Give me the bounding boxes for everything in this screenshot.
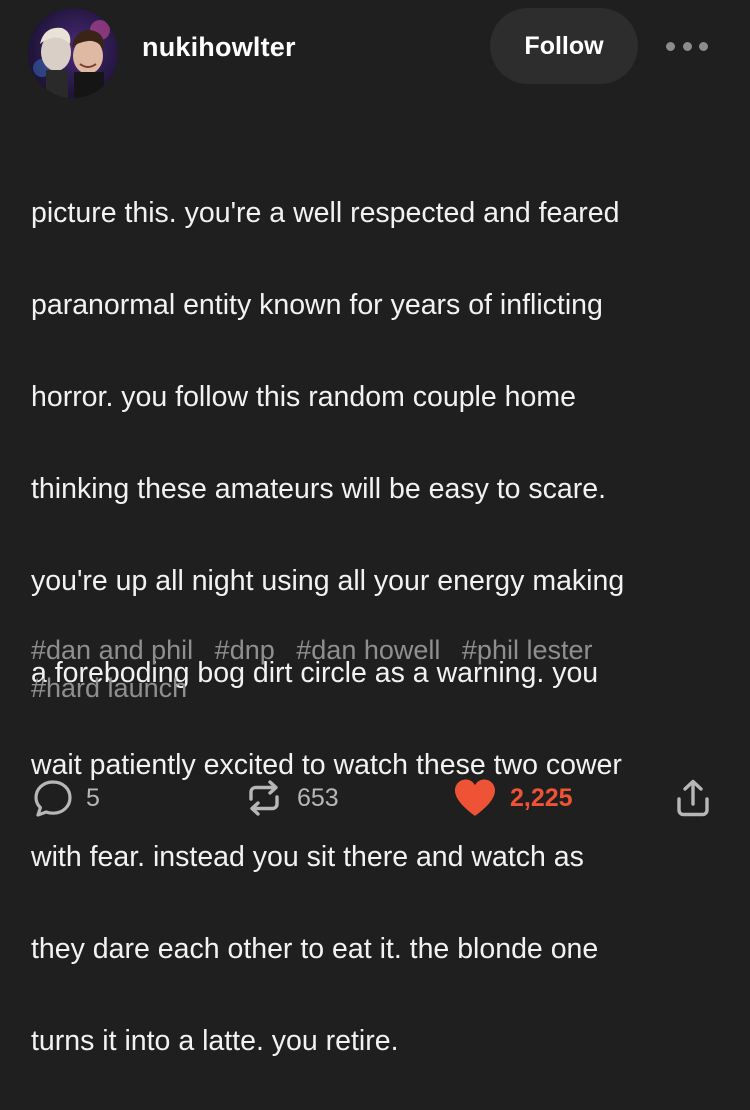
share-button[interactable] — [672, 774, 714, 822]
share-icon — [677, 779, 709, 817]
reblog-icon — [249, 780, 279, 816]
tag-link[interactable]: #dan howell — [296, 635, 440, 665]
more-icon[interactable] — [666, 34, 708, 58]
comment-count: 5 — [86, 783, 100, 812]
avatar-image — [28, 8, 118, 98]
follow-button[interactable]: Follow — [490, 8, 638, 84]
post-text-line: picture this. you're a well respected an… — [31, 197, 620, 229]
like-count: 2,225 — [510, 783, 573, 812]
post-footer: 5 653 2,225 — [32, 774, 722, 822]
post-text-line: thinking these amateurs will be easy to … — [31, 473, 607, 505]
like-button[interactable]: 2,225 — [452, 774, 573, 822]
post-text-line: turns it into a latte. you retire. — [31, 1025, 399, 1057]
post-text-line: horror. you follow this random couple ho… — [31, 381, 576, 413]
heart-icon — [455, 779, 495, 816]
avatar[interactable] — [28, 8, 118, 98]
reblog-count: 653 — [297, 783, 339, 812]
post-text-line: they dare each other to eat it. the blon… — [31, 933, 599, 965]
comments-button[interactable]: 5 — [32, 774, 100, 822]
speech-bubble-icon — [34, 780, 72, 817]
tag-list: #dan and phil #dnp #dan howell #phil les… — [31, 631, 721, 707]
tag-link[interactable]: #hard launch — [31, 673, 187, 703]
post-text: picture this. you're a well respected an… — [31, 144, 731, 1110]
tag-link[interactable]: #dan and phil — [31, 635, 193, 665]
post-text-line: paranormal entity known for years of inf… — [31, 289, 603, 321]
post-text-line: with fear. instead you sit there and wat… — [31, 841, 584, 873]
post-header: nukihowlter Follow — [28, 8, 718, 98]
tag-link[interactable]: #dnp — [215, 635, 275, 665]
more-icon-dot — [699, 41, 708, 51]
reblog-button[interactable]: 653 — [243, 774, 339, 822]
post-text-line: you're up all night using all your energ… — [31, 565, 625, 597]
more-icon-dot — [682, 41, 692, 51]
more-icon-dot — [666, 41, 675, 51]
username[interactable]: nukihowlter — [142, 32, 296, 63]
tag-link[interactable]: #phil lester — [462, 635, 593, 665]
